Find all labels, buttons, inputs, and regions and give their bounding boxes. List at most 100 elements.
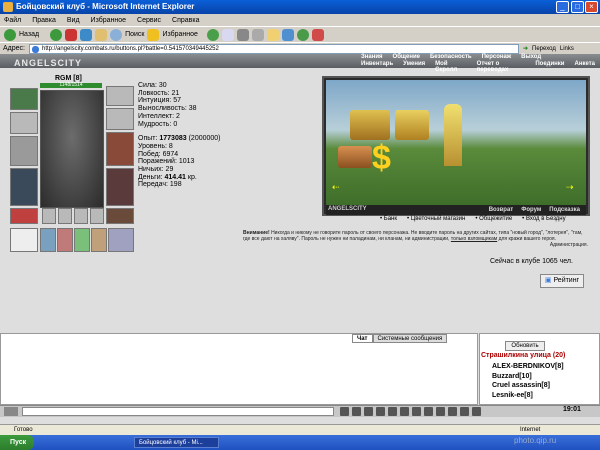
forward-arrow-icon[interactable] bbox=[50, 28, 63, 41]
menu-favorites[interactable]: Избранное bbox=[91, 17, 126, 24]
history-icon[interactable] bbox=[206, 28, 219, 41]
nav-communication[interactable]: Общение bbox=[388, 54, 425, 60]
ring-slot-1[interactable] bbox=[42, 208, 56, 224]
start-button[interactable]: Пуск bbox=[0, 435, 34, 450]
armor-slot[interactable] bbox=[10, 168, 38, 206]
chat-settings-icon[interactable] bbox=[4, 407, 18, 416]
player-item[interactable]: ALEX-BERDNIKOV[8] bbox=[492, 362, 564, 372]
scroll-slot-3[interactable] bbox=[74, 228, 90, 252]
nav-security[interactable]: Безопасность bbox=[425, 54, 477, 60]
nav-fights[interactable]: Поединки bbox=[530, 61, 569, 73]
game-help-link[interactable]: Подсказка bbox=[549, 205, 580, 215]
chat-input[interactable] bbox=[22, 407, 334, 416]
refresh-icon[interactable] bbox=[80, 28, 93, 41]
go-button[interactable]: Переход bbox=[532, 46, 556, 52]
nav-skills[interactable]: Умения bbox=[398, 61, 430, 73]
minimize-button[interactable]: _ bbox=[556, 1, 569, 13]
tab-system-messages[interactable]: Системные сообщения bbox=[372, 334, 448, 343]
building-hall[interactable] bbox=[395, 110, 429, 140]
chat-tool-icon[interactable] bbox=[352, 407, 361, 416]
favorites-button[interactable]: Избранное bbox=[162, 31, 197, 38]
address-input[interactable]: http://angelscity.combats.ru/buttons.pl?… bbox=[28, 43, 519, 54]
tab-chat[interactable]: Чат bbox=[352, 334, 373, 343]
location-name[interactable]: Страшилкина улица (20) bbox=[481, 352, 565, 359]
player-item[interactable]: Buzzard[10] bbox=[492, 372, 564, 382]
boots-slot[interactable] bbox=[106, 208, 134, 224]
player-item[interactable]: Lesnik-ee[8] bbox=[492, 391, 564, 401]
chat-tool-icon[interactable] bbox=[448, 407, 457, 416]
close-button[interactable]: × bbox=[585, 1, 598, 13]
search-button[interactable]: Поиск bbox=[125, 31, 144, 38]
bank-dollar-icon[interactable]: $ bbox=[372, 140, 394, 178]
game-return-link[interactable]: Возврат bbox=[489, 205, 514, 215]
refresh-button[interactable]: Обновить bbox=[505, 341, 545, 351]
menu-help[interactable]: Справка bbox=[172, 17, 199, 24]
back-button[interactable]: Назад bbox=[19, 31, 39, 38]
ring-slot-3[interactable] bbox=[74, 208, 88, 224]
game-forum-link[interactable]: Форум bbox=[521, 205, 541, 215]
chat-tool-icon[interactable] bbox=[388, 407, 397, 416]
building-gold[interactable] bbox=[350, 110, 390, 140]
plugin-icon[interactable] bbox=[296, 28, 309, 41]
chat-tool-icon[interactable] bbox=[400, 407, 409, 416]
go-arrow-icon[interactable]: ➜ bbox=[523, 45, 528, 52]
pants-slot[interactable] bbox=[106, 168, 134, 206]
chat-tool-icon[interactable] bbox=[436, 407, 445, 416]
stop-icon[interactable] bbox=[65, 28, 78, 41]
taskbar-task[interactable]: Бойцовский клуб - Mi... bbox=[134, 437, 219, 448]
rating-button[interactable]: ▣ Рейтинг bbox=[540, 274, 584, 288]
nav-transfers-report[interactable]: Отчет о переводах bbox=[472, 61, 531, 73]
print-icon[interactable] bbox=[236, 28, 249, 41]
folder-icon[interactable] bbox=[266, 28, 279, 41]
maximize-button[interactable]: □ bbox=[571, 1, 584, 13]
nav-character[interactable]: Персонаж bbox=[477, 54, 517, 60]
tool-icon[interactable] bbox=[311, 28, 324, 41]
scroll-slot-4[interactable] bbox=[91, 228, 107, 252]
messenger-icon[interactable] bbox=[281, 28, 294, 41]
chat-tool-icon[interactable] bbox=[460, 407, 469, 416]
arrow-right-icon[interactable]: ⇢ bbox=[566, 182, 574, 193]
character-name[interactable]: RGM [8] bbox=[55, 75, 82, 82]
nav-inventory[interactable]: Инвентарь bbox=[356, 61, 398, 73]
mail-icon[interactable] bbox=[221, 28, 234, 41]
chat-tool-icon[interactable] bbox=[364, 407, 373, 416]
favorites-star-icon[interactable] bbox=[147, 28, 160, 41]
helmet-slot[interactable] bbox=[10, 88, 38, 110]
nav-exit[interactable]: Выход bbox=[516, 54, 546, 60]
link-bank[interactable]: • Банк bbox=[380, 216, 397, 222]
links-button[interactable]: Links bbox=[560, 46, 574, 52]
menu-file[interactable]: Файл bbox=[4, 17, 21, 24]
arrow-left-icon[interactable]: ⇠ bbox=[332, 182, 340, 193]
link-abyss[interactable]: • Вход в Бездну bbox=[522, 216, 565, 222]
scroll-slot-glasses[interactable] bbox=[10, 228, 38, 252]
nav-profile[interactable]: Анкета bbox=[570, 61, 600, 73]
player-item[interactable]: Cruel assassin[8] bbox=[492, 381, 564, 391]
link-flower-shop[interactable]: • Цветочный магазин bbox=[407, 216, 465, 222]
menu-tools[interactable]: Сервис bbox=[137, 17, 161, 24]
chat-tool-icon[interactable] bbox=[376, 407, 385, 416]
ring-slot-4[interactable] bbox=[90, 208, 104, 224]
nav-my-scroll[interactable]: Мой Скролл bbox=[430, 61, 471, 73]
belt-slot[interactable] bbox=[10, 208, 38, 224]
bracers-slot[interactable] bbox=[106, 108, 134, 130]
earring-slot[interactable] bbox=[10, 112, 38, 134]
chat-tool-icon[interactable] bbox=[424, 407, 433, 416]
ring-slot-2[interactable] bbox=[58, 208, 72, 224]
link-dormitory[interactable]: • Общежитие bbox=[475, 216, 512, 222]
building-tower[interactable] bbox=[444, 104, 462, 166]
shield-slot[interactable] bbox=[106, 132, 134, 166]
scroll-slot-2[interactable] bbox=[57, 228, 73, 252]
chat-tool-icon[interactable] bbox=[412, 407, 421, 416]
edit-icon[interactable] bbox=[251, 28, 264, 41]
chat-tool-icon[interactable] bbox=[472, 407, 481, 416]
search-icon[interactable] bbox=[110, 28, 123, 41]
chat-tool-icon[interactable] bbox=[340, 407, 349, 416]
chat-window[interactable] bbox=[0, 333, 478, 405]
nav-knowledge[interactable]: Знания bbox=[356, 54, 388, 60]
gloves-slot[interactable] bbox=[106, 86, 134, 106]
menu-view[interactable]: Вид bbox=[67, 17, 80, 24]
scroll-slot-1[interactable] bbox=[40, 228, 56, 252]
building-shop[interactable] bbox=[338, 146, 372, 168]
warning-link[interactable]: только взломщикам bbox=[451, 236, 497, 242]
back-arrow-icon[interactable] bbox=[4, 28, 16, 41]
